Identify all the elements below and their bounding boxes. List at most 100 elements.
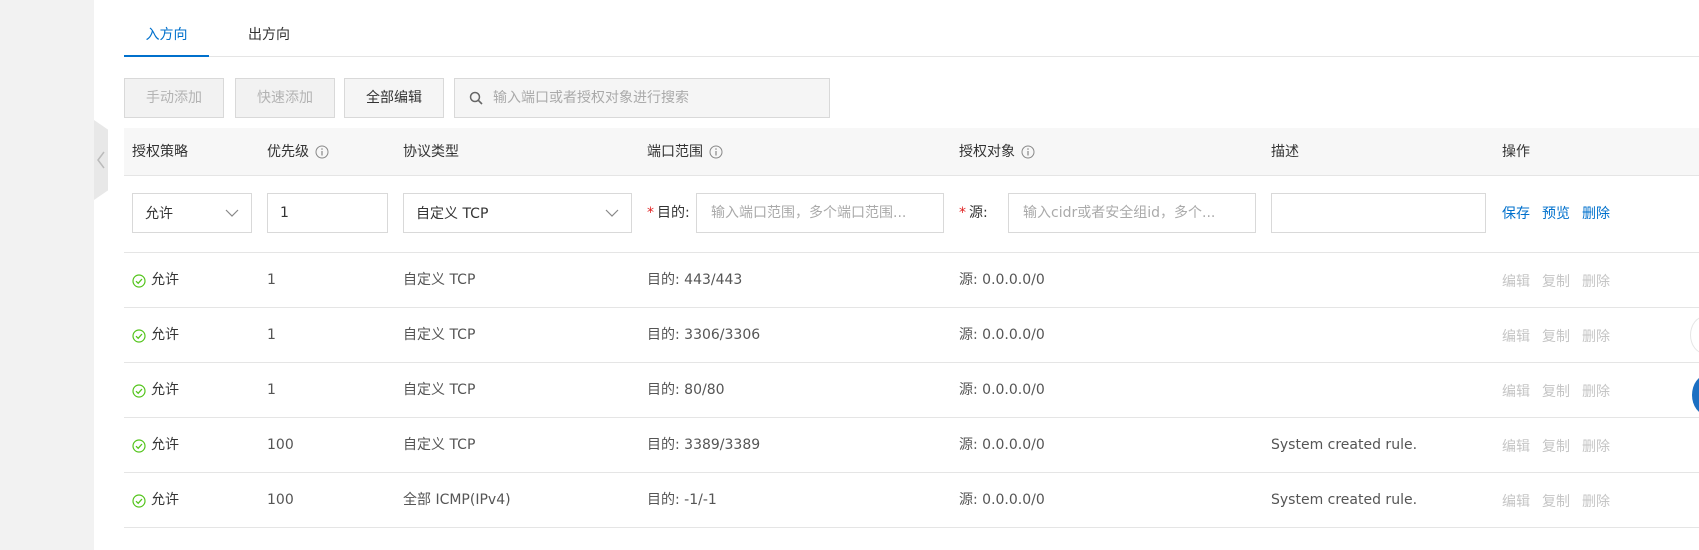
edit-link[interactable]: 编辑 xyxy=(1502,381,1530,401)
header-actions: 操作 xyxy=(1502,144,1530,160)
policy-cell: 允许 xyxy=(132,418,179,473)
row-actions: 编辑 复制 删除 xyxy=(1502,308,1610,363)
source-label: * 源: xyxy=(959,205,988,221)
info-icon[interactable] xyxy=(315,145,329,159)
protocol-cell: 全部 ICMP(IPv4) xyxy=(403,492,511,508)
table-row: 允许 1 自定义 TCP 目的: 80/80 源: 0.0.0.0/0 编辑 复制 删除 xyxy=(124,363,1699,418)
priority-cell: 1 xyxy=(267,382,276,398)
tab-outbound[interactable]: 出方向 xyxy=(234,24,304,57)
chevron-left-icon xyxy=(97,151,105,169)
preview-link[interactable]: 预览 xyxy=(1542,203,1570,223)
info-icon[interactable] xyxy=(1021,145,1035,159)
copy-link[interactable]: 复制 xyxy=(1542,381,1570,401)
copy-link[interactable]: 复制 xyxy=(1542,271,1570,291)
header-port-range: 端口范围 xyxy=(647,128,723,176)
collapse-sidebar-handle[interactable] xyxy=(94,120,108,200)
new-rule-row: 允许 自定义 TCP *目的: *源: 保存 预览 删除 xyxy=(124,176,1699,253)
copy-link[interactable]: 复制 xyxy=(1542,436,1570,456)
port-cell: 目的: 3389/3389 xyxy=(647,437,761,453)
quick-add-button[interactable]: 快速添加 xyxy=(235,78,335,118)
protocol-cell: 自定义 TCP xyxy=(403,437,476,453)
source-cell: 源: 0.0.0.0/0 xyxy=(959,492,1045,508)
search-icon xyxy=(469,91,483,105)
description-cell: System created rule. xyxy=(1271,437,1418,453)
save-link[interactable]: 保存 xyxy=(1502,203,1530,223)
protocol-select[interactable]: 自定义 TCP xyxy=(403,193,632,233)
policy-cell: 允许 xyxy=(132,308,179,363)
header-auth-object: 授权对象 xyxy=(959,128,1035,176)
edit-link[interactable]: 编辑 xyxy=(1502,271,1530,291)
header-description: 描述 xyxy=(1271,144,1299,160)
table-row: 允许 100 自定义 TCP 目的: 3389/3389 源: 0.0.0.0/0 Sys… xyxy=(124,418,1699,473)
row-actions: 编辑 复制 删除 xyxy=(1502,363,1610,418)
policy-cell: 允许 xyxy=(132,253,179,308)
info-icon[interactable] xyxy=(709,145,723,159)
required-marker: * xyxy=(647,205,654,221)
check-circle-icon xyxy=(132,328,146,343)
security-group-rules-panel: 入方向 出方向 手动添加 快速添加 全部编辑 授权策略 优先级 协议类型 端口范… xyxy=(124,0,1699,550)
priority-cell: 1 xyxy=(267,272,276,288)
chevron-down-icon xyxy=(605,209,619,217)
port-cell: 目的: 3306/3306 xyxy=(647,327,761,343)
row-actions: 编辑 复制 删除 xyxy=(1502,473,1610,528)
header-priority: 优先级 xyxy=(267,128,329,176)
delete-link[interactable]: 删除 xyxy=(1582,491,1610,511)
header-protocol: 协议类型 xyxy=(403,144,459,160)
priority-cell: 1 xyxy=(267,327,276,343)
protocol-cell: 自定义 TCP xyxy=(403,382,476,398)
port-cell: 目的: 443/443 xyxy=(647,272,743,288)
direction-tabs: 入方向 出方向 xyxy=(124,0,1699,57)
delete-link[interactable]: 删除 xyxy=(1582,436,1610,456)
manual-add-button[interactable]: 手动添加 xyxy=(124,78,224,118)
priority-cell: 100 xyxy=(267,492,294,508)
table-row: 允许 1 自定义 TCP 目的: 443/443 源: 0.0.0.0/0 编辑 复制 删除 xyxy=(124,253,1699,308)
check-circle-icon xyxy=(132,438,146,453)
rules-table: 授权策略 优先级 协议类型 端口范围 授权对象 描述 操作 允许 自定义 TCP xyxy=(124,128,1699,528)
chevron-down-icon xyxy=(225,209,239,217)
search-box xyxy=(454,78,830,118)
policy-cell: 允许 xyxy=(132,363,179,418)
header-policy: 授权策略 xyxy=(132,144,188,160)
protocol-cell: 自定义 TCP xyxy=(403,272,476,288)
edit-link[interactable]: 编辑 xyxy=(1502,491,1530,511)
copy-link[interactable]: 复制 xyxy=(1542,326,1570,346)
source-input[interactable] xyxy=(1008,193,1256,233)
port-cell: 目的: 80/80 xyxy=(647,382,725,398)
edit-actions: 保存 预览 删除 xyxy=(1502,193,1610,233)
port-cell: 目的: -1/-1 xyxy=(647,492,717,508)
tab-inbound[interactable]: 入方向 xyxy=(124,24,209,57)
policy-cell: 允许 xyxy=(132,473,179,528)
source-cell: 源: 0.0.0.0/0 xyxy=(959,382,1045,398)
delete-link[interactable]: 删除 xyxy=(1582,326,1610,346)
source-cell: 源: 0.0.0.0/0 xyxy=(959,272,1045,288)
delete-link[interactable]: 删除 xyxy=(1582,381,1610,401)
protocol-cell: 自定义 TCP xyxy=(403,327,476,343)
required-marker: * xyxy=(959,205,966,221)
table-row: 允许 1 自定义 TCP 目的: 3306/3306 源: 0.0.0.0/0 编辑 复制删… xyxy=(124,308,1699,363)
delete-link[interactable]: 删除 xyxy=(1582,203,1610,223)
check-circle-icon xyxy=(132,273,146,288)
description-input[interactable] xyxy=(1271,193,1486,233)
rules-list: 允许 1 自定义 TCP 目的: 443/443 源: 0.0.0.0/0 编辑 复制 删除允… xyxy=(124,253,1699,528)
row-actions: 编辑 复制 删除 xyxy=(1502,253,1610,308)
source-cell: 源: 0.0.0.0/0 xyxy=(959,437,1045,453)
edit-all-button[interactable]: 全部编辑 xyxy=(344,78,444,118)
priority-cell: 100 xyxy=(267,437,294,453)
copy-link[interactable]: 复制 xyxy=(1542,491,1570,511)
edit-link[interactable]: 编辑 xyxy=(1502,436,1530,456)
check-circle-icon xyxy=(132,383,146,398)
description-cell: System created rule. xyxy=(1271,492,1418,508)
table-row: 允许 100 全部 ICMP(IPv4) 目的: -1/-1 源: 0.0.0.0/0 S… xyxy=(124,473,1699,528)
policy-select[interactable]: 允许 xyxy=(132,193,252,233)
table-header: 授权策略 优先级 协议类型 端口范围 授权对象 描述 操作 xyxy=(124,128,1699,176)
delete-link[interactable]: 删除 xyxy=(1582,271,1610,291)
source-cell: 源: 0.0.0.0/0 xyxy=(959,327,1045,343)
check-circle-icon xyxy=(132,493,146,508)
toolbar: 手动添加 快速添加 全部编辑 xyxy=(124,78,1699,118)
priority-input[interactable] xyxy=(267,193,388,233)
row-actions: 编辑 复制 删除 xyxy=(1502,418,1610,473)
left-gutter xyxy=(0,0,94,550)
port-range-input[interactable] xyxy=(696,193,944,233)
search-input[interactable] xyxy=(493,90,829,106)
edit-link[interactable]: 编辑 xyxy=(1502,326,1530,346)
